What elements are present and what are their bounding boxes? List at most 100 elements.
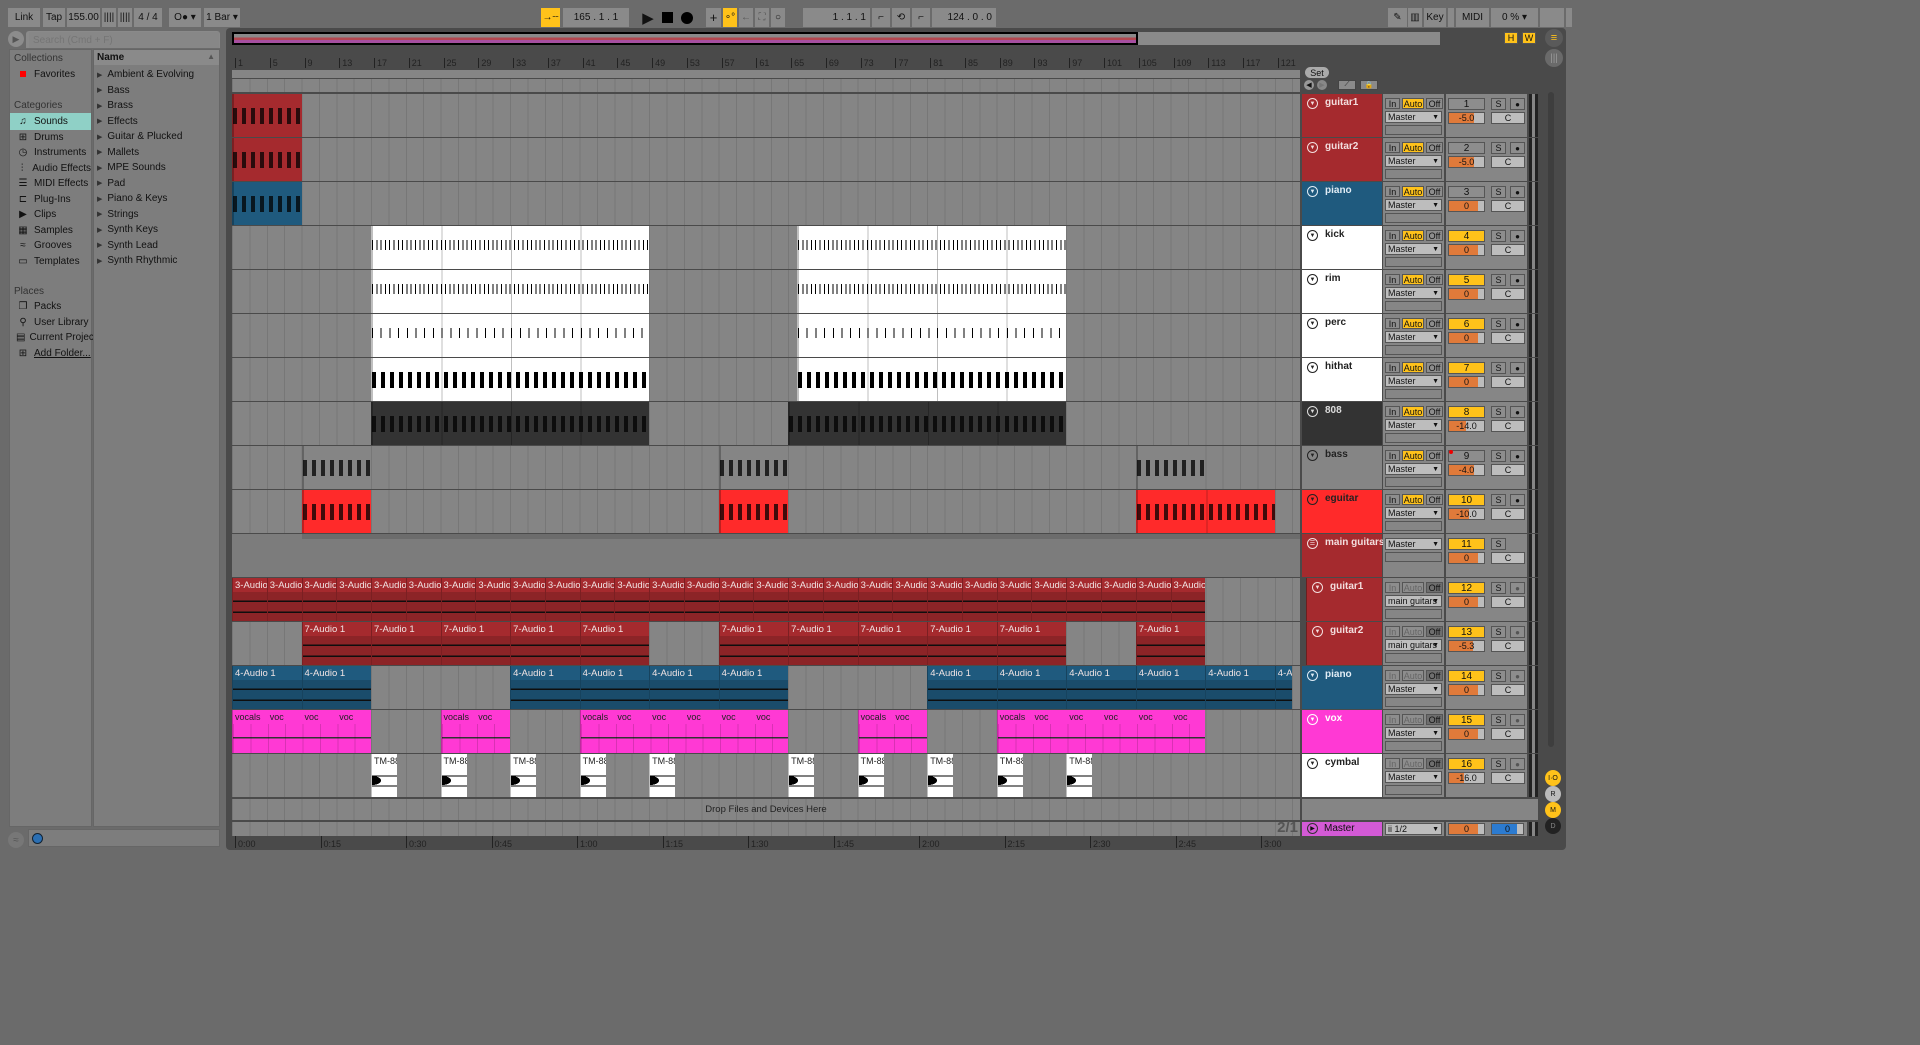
browser-item[interactable]: ▶ Effects <box>94 113 219 130</box>
computer-keyboard-icon[interactable]: ▥ <box>1408 8 1422 27</box>
monitor-in-button[interactable]: In <box>1385 98 1400 109</box>
clip[interactable]: 3-Audio <box>301 578 337 621</box>
link-button[interactable]: Link <box>8 8 40 27</box>
volume-field[interactable]: -10.0 <box>1448 508 1485 520</box>
output-select[interactable]: Master <box>1385 375 1442 387</box>
clip[interactable] <box>371 314 650 357</box>
clip[interactable]: 3-Audio <box>718 578 754 621</box>
lock-icon[interactable]: 🔒 <box>1360 80 1378 90</box>
pan-field[interactable]: C <box>1491 640 1525 652</box>
sidebar-item-favorites[interactable]: Favorites <box>10 66 92 83</box>
stop-icon[interactable] <box>662 12 673 23</box>
output-channel-select[interactable] <box>1385 125 1442 135</box>
track-lane[interactable] <box>232 94 1300 137</box>
clip[interactable]: TM-88 <box>857 754 884 797</box>
volume-field[interactable]: 0 <box>1448 244 1485 256</box>
clip[interactable]: 7-Audio 1 <box>1135 622 1206 665</box>
monitor-auto-button[interactable]: Auto <box>1402 406 1424 417</box>
sidebar-item-instruments[interactable]: ◷ Instruments <box>10 144 91 161</box>
output-select[interactable]: Master <box>1385 155 1442 167</box>
track-lane[interactable]: TM-88 TM-88 TM-88 TM-88 TM-88 TM-88 TM-88 TM-88… <box>232 754 1300 797</box>
tap-tempo-button[interactable]: Tap <box>43 8 65 27</box>
optimize-height-button[interactable]: H <box>1504 32 1518 44</box>
clip[interactable]: vocals voc voc voc voc voc <box>579 710 789 753</box>
track-header[interactable]: ▼ perc <box>1302 314 1382 357</box>
previous-locator-icon[interactable]: ◀ <box>1304 80 1314 90</box>
automation-arm-icon[interactable]: ∘° <box>723 8 737 27</box>
record-arm-button[interactable]: ● <box>1510 186 1525 198</box>
next-locator-icon[interactable]: ▶ <box>1317 80 1327 90</box>
sidebar-item-current-projec[interactable]: ▤ Current Projec <box>10 329 94 346</box>
track-lane[interactable] <box>232 270 1300 313</box>
clip[interactable]: 3-Audio <box>649 578 684 621</box>
output-channel-select[interactable] <box>1385 741 1442 751</box>
output-channel-select[interactable] <box>1385 521 1442 531</box>
output-channel-select[interactable] <box>1385 301 1442 311</box>
sidebar-item-samples[interactable]: ▦ Samples <box>10 222 91 239</box>
track-fold-icon[interactable]: ▼ <box>1307 274 1318 285</box>
clip[interactable]: vocals voc voc voc voc voc <box>996 710 1206 753</box>
clip[interactable]: 3-Audio <box>1135 578 1171 621</box>
clip[interactable]: 3-Audio <box>1170 578 1206 621</box>
track-activator-button[interactable]: 8 <box>1448 406 1485 418</box>
clip-overview[interactable] <box>232 32 1440 45</box>
clip[interactable]: 3-Audio <box>822 578 858 621</box>
monitor-auto-button[interactable]: Auto <box>1402 582 1424 593</box>
track-lane[interactable] <box>232 314 1300 357</box>
pan-field[interactable]: C <box>1491 552 1525 564</box>
solo-button[interactable]: S <box>1491 670 1506 682</box>
pan-field[interactable]: C <box>1491 728 1525 740</box>
monitor-in-button[interactable]: In <box>1385 230 1400 241</box>
mixer-toggle-icon[interactable]: M <box>1545 802 1561 818</box>
track-activator-button[interactable]: 9 <box>1448 450 1485 462</box>
browser-item[interactable]: ▶ Mallets <box>94 144 219 161</box>
monitor-off-button[interactable]: Off <box>1426 582 1443 593</box>
clip[interactable] <box>788 402 1067 445</box>
output-select[interactable]: Master <box>1385 771 1442 783</box>
output-channel-select[interactable] <box>1385 552 1442 562</box>
monitor-in-button[interactable]: In <box>1385 714 1400 725</box>
track-activator-button[interactable]: 10 <box>1448 494 1485 506</box>
browser-item[interactable]: ▶ Piano & Keys <box>94 190 219 207</box>
solo-button[interactable]: S <box>1491 626 1506 638</box>
clip[interactable]: 3-Audio <box>892 578 928 621</box>
track-header[interactable]: ▼ guitar1 <box>1302 94 1382 137</box>
expand-arrow-icon[interactable]: ▶ <box>97 179 102 187</box>
sidebar-item-user-library[interactable]: ⚲ User Library <box>10 314 91 331</box>
browser-toggle-icon[interactable]: ▶ <box>8 31 24 47</box>
clip[interactable] <box>1135 490 1275 533</box>
midi-map-button[interactable]: MIDI <box>1456 8 1489 27</box>
clip[interactable]: 7-Audio 1 <box>579 622 650 665</box>
monitor-auto-button[interactable]: Auto <box>1402 714 1424 725</box>
clip[interactable]: 3-Audio <box>1031 578 1067 621</box>
expand-arrow-icon[interactable]: ▶ <box>97 133 102 141</box>
expand-arrow-icon[interactable]: ▶ <box>97 86 102 94</box>
record-arm-button[interactable]: ● <box>1510 626 1525 638</box>
browser-item[interactable]: ▶ Brass <box>94 97 219 114</box>
punch-in-icon[interactable]: ⌐ <box>872 8 890 27</box>
pan-field[interactable]: C <box>1491 288 1525 300</box>
track-activator-button[interactable]: 13 <box>1448 626 1485 638</box>
track-activator-button[interactable]: 1 <box>1448 98 1485 110</box>
monitor-auto-button[interactable]: Auto <box>1402 494 1424 505</box>
locator-lane[interactable] <box>232 79 1300 92</box>
clip[interactable]: 4-Audio 1 <box>232 666 302 709</box>
clip[interactable] <box>371 270 650 313</box>
monitor-auto-button[interactable]: Auto <box>1402 670 1424 681</box>
solo-button[interactable]: S <box>1491 494 1506 506</box>
monitor-off-button[interactable]: Off <box>1426 758 1443 769</box>
expand-icon[interactable]: ▶ <box>1307 823 1318 834</box>
monitor-off-button[interactable]: Off <box>1426 230 1443 241</box>
monitor-in-button[interactable]: In <box>1385 450 1400 461</box>
track-lane[interactable]: vocals voc voc voc vocals voc vocals voc voc voc v… <box>232 710 1300 753</box>
track-header[interactable]: ▼ kick <box>1302 226 1382 269</box>
clip[interactable] <box>796 358 1067 401</box>
monitor-in-button[interactable]: In <box>1385 274 1400 285</box>
monitor-off-button[interactable]: Off <box>1426 670 1443 681</box>
clip[interactable]: 3-Audio <box>475 578 511 621</box>
back-to-arrangement-icon[interactable]: ← <box>739 8 753 27</box>
monitor-off-button[interactable]: Off <box>1426 626 1443 637</box>
track-fold-icon[interactable]: ▼ <box>1307 362 1318 373</box>
monitor-in-button[interactable]: In <box>1385 186 1400 197</box>
monitor-auto-button[interactable]: Auto <box>1402 230 1424 241</box>
